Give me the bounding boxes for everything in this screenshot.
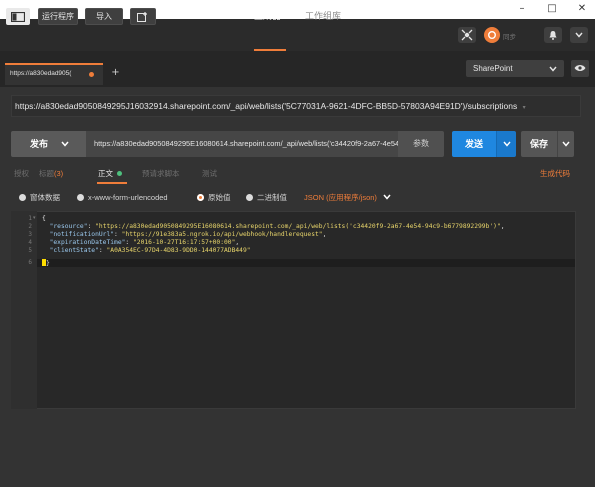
tab-team-library[interactable]: 工作组库 (305, 8, 341, 25)
line-number: 1 (28, 215, 32, 222)
chevron-down-icon (383, 194, 391, 200)
url-input[interactable]: https://a830edad9050849295E16080614.shar… (86, 131, 398, 157)
raw-format-select[interactable]: JSON (应用程序/json) (304, 192, 391, 204)
satellite-icon (461, 29, 473, 41)
radio-urlencoded[interactable]: x-www-form-urlencoded (77, 192, 168, 204)
import-button[interactable]: 导入 (85, 8, 123, 25)
bell-icon (549, 31, 557, 40)
send-options-button[interactable] (496, 131, 516, 157)
radio-urlencoded-label: x-www-form-urlencoded (88, 193, 168, 202)
active-line-highlight (37, 259, 575, 267)
tab-tests[interactable]: 测试 (202, 168, 217, 180)
code-line-6: } (42, 259, 50, 268)
method-select[interactable]: 发布 (11, 131, 86, 157)
caret-down-icon: ▾ (522, 105, 526, 111)
request-name[interactable]: https://a830edad9050849295J16032914.shar… (11, 95, 581, 117)
request-name-label: https://a830edad9050849295J16032914.shar… (15, 101, 518, 111)
radio-binary[interactable]: 二进制值 (246, 192, 287, 204)
send-button[interactable]: 发送 (452, 131, 496, 157)
radio-raw-label: 原始值 (208, 193, 231, 202)
environment-quick-look-button[interactable] (571, 60, 589, 77)
request-tab[interactable]: https://a830edad905( (5, 63, 103, 85)
minimize-button[interactable]: – (512, 2, 532, 16)
new-window-icon (137, 12, 147, 22)
chevron-down-icon (549, 66, 557, 72)
code-line-3: "notificationUrl": "https://91e383a5.ngr… (49, 231, 327, 238)
tab-authorization[interactable]: 授权 (14, 168, 29, 180)
unsaved-indicator (89, 72, 94, 77)
request-tab-label: https://a830edad905( (10, 70, 72, 77)
sidebar-toggle-button[interactable] (6, 8, 30, 25)
body-active-indicator (117, 171, 123, 176)
radio-form-data[interactable]: 窗体数据 (19, 192, 60, 204)
sync-icon (488, 31, 496, 39)
generate-code-link[interactable]: 生成代码 (540, 168, 570, 180)
code-line-4: "expirationDateTime": "2016-10-27T16:17:… (49, 239, 240, 246)
sidebar-icon (10, 11, 26, 23)
sync-status-button[interactable] (484, 27, 500, 43)
tab-headers[interactable]: 标题(3) (39, 168, 63, 180)
chevron-down-icon (575, 32, 583, 38)
json-key: "clientState" (49, 247, 99, 254)
interceptor-button[interactable] (458, 27, 476, 43)
tab-body-label: 正文 (98, 169, 113, 178)
json-value: "A0A354EC-97D4-4D83-9DD0-144077ADB449" (106, 247, 251, 254)
radio-form-data-label: 窗体数据 (30, 193, 60, 202)
line-number: 3 (28, 231, 32, 238)
environment-selected-label: SharePoint (473, 64, 513, 73)
params-button[interactable]: 参数 (398, 131, 444, 157)
radio-dot (19, 194, 26, 201)
tab-headers-count: (3) (54, 169, 64, 178)
method-label: 发布 (30, 139, 49, 149)
line-number: 5 (28, 247, 32, 254)
code-line-2: "resource": "https://a830edad9050849295E… (49, 223, 505, 230)
json-key: "resource" (49, 223, 88, 230)
save-options-button[interactable] (557, 131, 574, 157)
sync-label: 同步 (503, 34, 516, 41)
fold-icon[interactable]: ▾ (33, 215, 36, 221)
notifications-button[interactable] (544, 27, 562, 43)
code-line-1: { (42, 215, 46, 222)
save-button[interactable]: 保存 (521, 131, 557, 157)
tab-builder[interactable]: 生成器 (254, 8, 281, 25)
radio-dot (77, 194, 84, 201)
tab-headers-label: 标题 (39, 169, 54, 178)
maximize-button[interactable]: □ (542, 2, 562, 16)
json-value: "https://91e383a5.ngrok.io/api/webhook/h… (121, 231, 323, 238)
new-tab-button[interactable]: + (108, 65, 123, 81)
raw-format-label: JSON (应用程序/json) (304, 193, 377, 202)
tab-body[interactable]: 正文 (98, 168, 123, 180)
code-line-5: "clientState": "A0A354EC-97D4-4D83-9DD0-… (49, 247, 251, 254)
json-key: "expirationDateTime" (49, 239, 126, 246)
settings-dropdown-button[interactable] (570, 27, 588, 43)
tab-prerequest-script[interactable]: 预请求脚本 (142, 168, 180, 180)
json-key: "notificationUrl" (49, 231, 115, 238)
radio-dot-selected (197, 194, 204, 201)
chevron-down-icon (562, 141, 570, 147)
json-value: "2016-10-27T16:17:57+00:00" (133, 239, 236, 246)
radio-raw[interactable]: 原始值 (197, 192, 231, 204)
radio-dot (246, 194, 253, 201)
radio-binary-label: 二进制值 (257, 193, 287, 202)
json-value: "https://a830edad9050849295E16080614.sha… (95, 223, 501, 230)
new-window-button[interactable] (130, 8, 156, 25)
runner-button[interactable]: 运行程序 (38, 8, 78, 25)
line-number: 6 (28, 259, 32, 266)
eye-icon (574, 65, 586, 71)
chevron-down-icon (502, 141, 511, 147)
code-line-6-text: } (46, 260, 50, 267)
close-button[interactable]: ✕ (572, 2, 592, 16)
body-tab-underline (97, 182, 127, 184)
line-number: 2 (28, 223, 32, 230)
chevron-down-icon (61, 141, 69, 147)
environment-select[interactable]: SharePoint (466, 60, 564, 77)
line-number: 4 (28, 239, 32, 246)
